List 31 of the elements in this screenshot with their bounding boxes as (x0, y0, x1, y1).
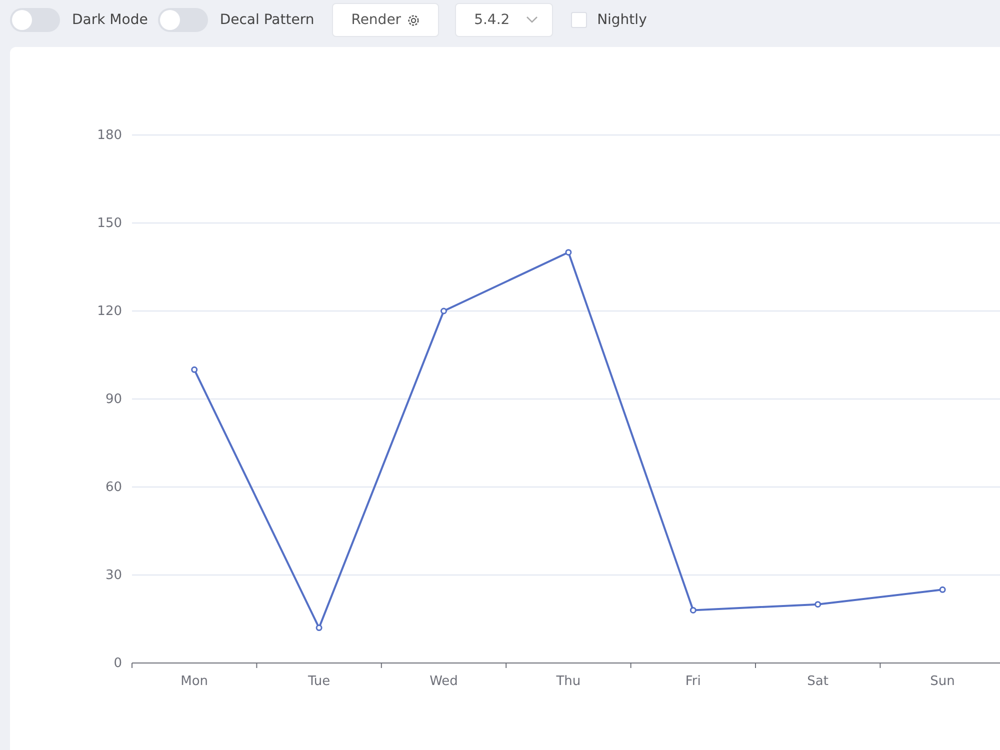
y-axis-label: 30 (105, 568, 122, 583)
toggle-label: Decal Pattern (220, 12, 314, 28)
x-axis-label: Thu (556, 674, 581, 689)
data-point (191, 366, 198, 373)
toggle-switch[interactable] (158, 8, 208, 32)
render-button[interactable]: Render (332, 3, 440, 37)
x-axis-label: Fri (685, 674, 701, 689)
y-axis-label: 0 (114, 656, 122, 671)
data-point (565, 249, 572, 256)
data-point (939, 586, 946, 593)
y-axis-label: 90 (105, 392, 122, 407)
data-point (316, 624, 322, 632)
gear-icon (407, 14, 420, 26)
x-axis-label: Sun (930, 674, 955, 689)
data-point (814, 601, 822, 608)
version-select[interactable]: 5.4.2 (455, 3, 554, 37)
x-axis-label: Sat (807, 674, 829, 689)
x-axis-label: Mon (180, 674, 208, 689)
y-axis-label: 120 (97, 304, 122, 319)
nightly-checkbox[interactable] (571, 12, 588, 28)
x-axis-label: Wed (430, 674, 458, 689)
checkbox-label: Nightly (597, 12, 647, 28)
y-axis-label: 180 (97, 128, 122, 143)
chevron-down-icon (526, 16, 538, 24)
data-point (690, 606, 696, 614)
y-axis-label: 150 (97, 216, 122, 231)
data-point (440, 308, 447, 314)
toggle-label: Dark Mode (72, 12, 148, 28)
toggle-switch[interactable] (10, 8, 60, 32)
x-axis-label: Tue (308, 674, 330, 689)
y-axis-label: 60 (105, 480, 122, 495)
